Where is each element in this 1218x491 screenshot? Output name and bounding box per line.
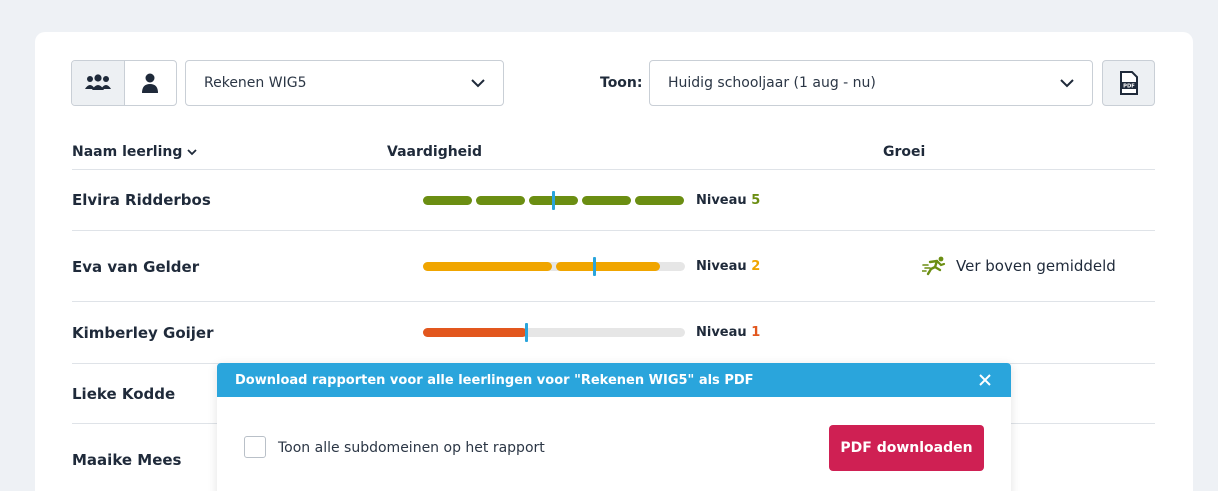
student-name: Eva van Gelder xyxy=(72,258,200,276)
table-row[interactable]: Elvira Ridderbos Niveau 5 xyxy=(72,170,1155,230)
period-select[interactable]: Huidig schooljaar (1 aug - nu) xyxy=(649,60,1093,106)
niveau-text: Niveau xyxy=(696,259,752,274)
dialog-title: Download rapporten voor alle leerlingen … xyxy=(235,372,754,388)
subject-select-value: Rekenen WIG5 xyxy=(204,75,307,91)
student-name: Kimberley Goijer xyxy=(72,324,214,342)
period-label: Toon: xyxy=(600,75,643,91)
niveau-text: Niveau xyxy=(696,193,752,208)
niveau-value: 1 xyxy=(751,325,761,340)
growth-indicator: Ver boven gemiddeld xyxy=(922,256,1116,276)
skill-segment xyxy=(423,196,472,205)
subject-select[interactable]: Rekenen WIG5 xyxy=(185,60,504,106)
skill-segment xyxy=(476,196,525,205)
niveau-label: Niveau 2 xyxy=(696,259,760,274)
student-name: Elvira Ridderbos xyxy=(72,191,211,209)
subdomains-checkbox-label: Toon alle subdomeinen op het rapport xyxy=(278,440,545,456)
skill-segment xyxy=(582,196,631,205)
person-icon xyxy=(142,73,159,93)
pdf-file-icon: PDF xyxy=(1119,71,1138,95)
column-header-growth: Groei xyxy=(883,144,926,160)
chevron-down-icon xyxy=(471,76,485,90)
skill-segment xyxy=(423,328,527,337)
group-icon xyxy=(84,74,111,90)
group-view-button[interactable] xyxy=(72,61,125,105)
chevron-down-icon xyxy=(1060,76,1074,90)
pdf-download-dialog: Download rapporten voor alle leerlingen … xyxy=(217,363,1011,491)
subdomains-checkbox[interactable] xyxy=(244,436,266,458)
skill-marker xyxy=(552,191,555,210)
period-select-value: Huidig schooljaar (1 aug - nu) xyxy=(668,75,876,91)
niveau-label: Niveau 1 xyxy=(696,325,760,340)
growth-text: Ver boven gemiddeld xyxy=(956,257,1116,275)
close-icon[interactable] xyxy=(977,372,993,388)
table-row[interactable]: Kimberley Goijer Niveau 1 xyxy=(72,302,1155,362)
pdf-download-button[interactable]: PDF downloaden xyxy=(829,425,984,471)
skill-bar xyxy=(423,323,687,342)
svg-text:PDF: PDF xyxy=(1123,84,1135,90)
single-view-button[interactable] xyxy=(125,61,177,105)
niveau-label: Niveau 5 xyxy=(696,193,760,208)
skill-marker xyxy=(593,257,596,276)
student-name: Maaike Mees xyxy=(72,451,182,469)
chevron-down-icon xyxy=(187,148,197,155)
niveau-text: Niveau xyxy=(696,325,752,340)
runner-icon xyxy=(922,256,946,276)
column-header-skill: Vaardigheid xyxy=(387,144,482,160)
niveau-value: 2 xyxy=(751,259,761,274)
skill-marker xyxy=(525,323,528,342)
skill-segment xyxy=(556,262,660,271)
skill-bar xyxy=(423,257,687,276)
skill-segment xyxy=(423,262,552,271)
skill-bar xyxy=(423,191,687,210)
student-name: Lieke Kodde xyxy=(72,385,176,403)
view-toggle xyxy=(71,60,177,106)
dialog-header: Download rapporten voor alle leerlingen … xyxy=(217,363,1011,397)
pdf-export-button[interactable]: PDF xyxy=(1102,60,1155,106)
column-header-name[interactable]: Naam leerling xyxy=(72,144,197,160)
table-row[interactable]: Eva van Gelder Niveau 2 Ver boven gemidd… xyxy=(72,231,1155,291)
column-header-name-label: Naam leerling xyxy=(72,144,183,160)
niveau-value: 5 xyxy=(751,193,761,208)
skill-segment xyxy=(635,196,684,205)
